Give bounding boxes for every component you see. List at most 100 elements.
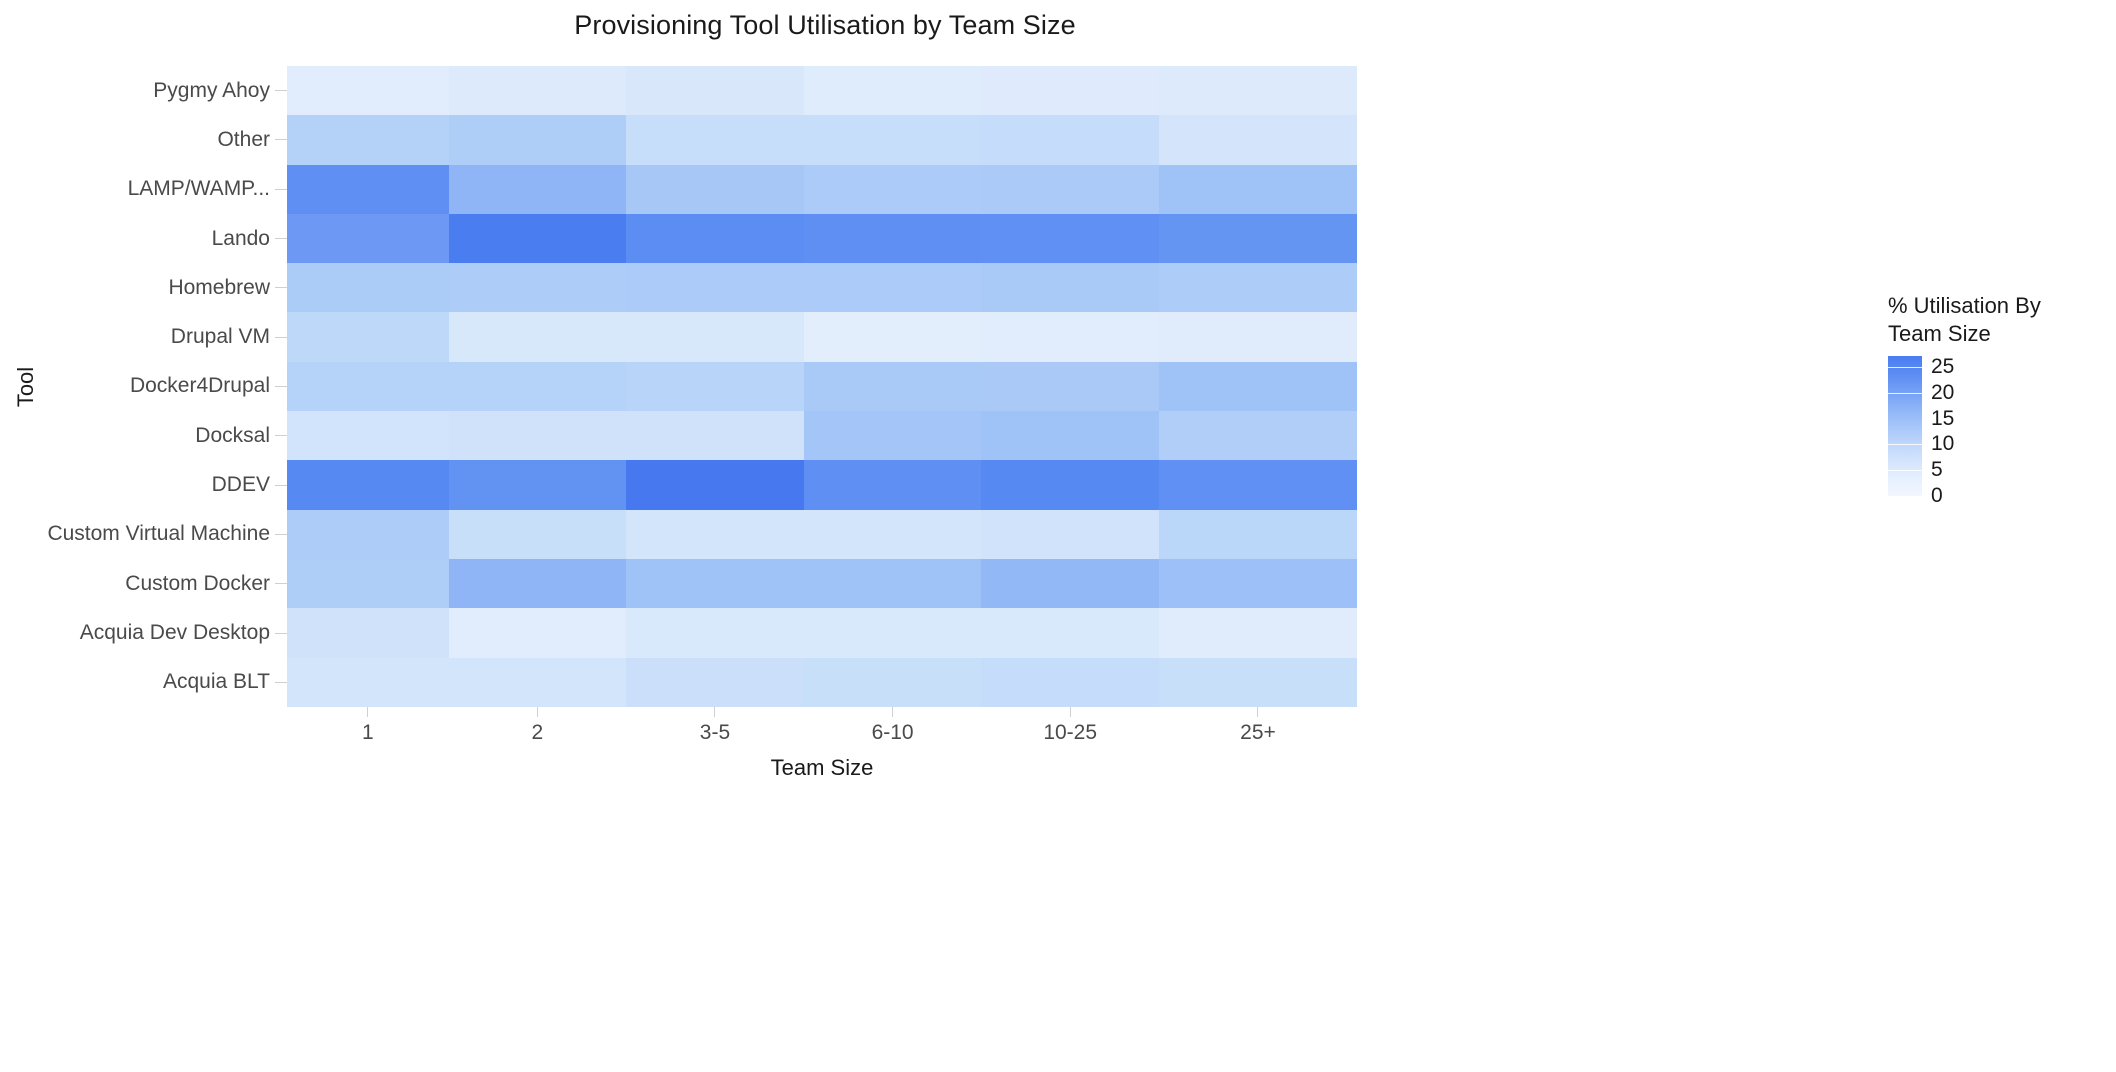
heatmap-cell[interactable]: [981, 608, 1159, 658]
heatmap-cell[interactable]: [626, 558, 804, 609]
heatmap-cell[interactable]: [1159, 263, 1357, 313]
heatmap-cell[interactable]: [626, 460, 804, 510]
heatmap-cell[interactable]: [626, 608, 804, 658]
heatmap-cell[interactable]: [981, 361, 1159, 412]
heatmap-cell[interactable]: [287, 361, 449, 412]
legend-tick-label: 0: [1931, 484, 1943, 508]
heatmap-row: [287, 558, 1357, 609]
heatmap-cell[interactable]: [287, 263, 449, 313]
heatmap-cell[interactable]: [1159, 361, 1357, 412]
heatmap-cell[interactable]: [1159, 509, 1357, 559]
heatmap-cell[interactable]: [287, 164, 449, 214]
heatmap-cell[interactable]: [981, 213, 1159, 264]
heatmap-cell[interactable]: [287, 213, 449, 264]
heatmap-cell[interactable]: [803, 608, 982, 658]
heatmap-cell[interactable]: [803, 312, 982, 362]
heatmap-cell[interactable]: [1159, 460, 1357, 510]
heatmap-cell[interactable]: [626, 263, 804, 313]
heatmap-cell[interactable]: [803, 361, 982, 412]
heatmap-cell[interactable]: [448, 460, 627, 510]
heatmap-cell[interactable]: [1159, 213, 1357, 264]
heatmap-cell[interactable]: [803, 115, 982, 165]
heatmap-cell[interactable]: [448, 509, 627, 559]
heatmap-cell[interactable]: [448, 411, 627, 461]
heatmap-cell[interactable]: [287, 115, 449, 165]
heatmap-cell[interactable]: [448, 361, 627, 412]
y-axis-tick: Drupal VM: [171, 313, 287, 362]
heatmap-cell[interactable]: [1159, 657, 1357, 707]
heatmap-cell[interactable]: [1159, 66, 1357, 116]
heatmap-row: [287, 164, 1357, 214]
heatmap-cell[interactable]: [448, 657, 627, 707]
heatmap-cell[interactable]: [287, 411, 449, 461]
heatmap-cell[interactable]: [1159, 164, 1357, 214]
y-axis-tick-label: Other: [217, 127, 270, 151]
heatmap-cell[interactable]: [626, 312, 804, 362]
y-axis-tick-label: Docksal: [195, 423, 270, 447]
heatmap-cell[interactable]: [981, 411, 1159, 461]
y-axis-tick-label: LAMP/WAMP...: [127, 177, 270, 201]
heatmap-cell[interactable]: [803, 263, 982, 313]
heatmap-cell[interactable]: [1159, 312, 1357, 362]
heatmap-cell[interactable]: [626, 657, 804, 707]
heatmap-cell[interactable]: [448, 66, 627, 116]
legend-colorbar: [1888, 356, 1922, 497]
heatmap-cell[interactable]: [803, 164, 982, 214]
heatmap-cell[interactable]: [287, 558, 449, 609]
heatmap-cell[interactable]: [1159, 411, 1357, 461]
heatmap-cell[interactable]: [803, 509, 982, 559]
heatmap-cell[interactable]: [981, 115, 1159, 165]
heatmap-cell[interactable]: [803, 460, 982, 510]
heatmap-cell[interactable]: [287, 608, 449, 658]
x-axis-tick-mark: [536, 707, 538, 717]
heatmap-cell[interactable]: [803, 66, 982, 116]
heatmap-cell[interactable]: [626, 115, 804, 165]
heatmap-cell[interactable]: [803, 657, 982, 707]
legend-tick-label: 10: [1931, 432, 1955, 456]
x-axis-tick-mark: [714, 707, 716, 717]
heatmap-cell[interactable]: [981, 263, 1159, 313]
heatmap-cell[interactable]: [626, 509, 804, 559]
chart-title: Provisioning Tool Utilisation by Team Si…: [574, 10, 1076, 40]
heatmap-cell[interactable]: [287, 657, 449, 707]
heatmap-cell[interactable]: [287, 66, 449, 116]
heatmap-cell[interactable]: [981, 460, 1159, 510]
heatmap-cell[interactable]: [1159, 115, 1357, 165]
heatmap-cell[interactable]: [626, 411, 804, 461]
heatmap-cell[interactable]: [626, 361, 804, 412]
y-axis-tick: Docksal: [195, 411, 287, 460]
heatmap-cell[interactable]: [448, 263, 627, 313]
heatmap-cell[interactable]: [981, 66, 1159, 116]
heatmap-cell[interactable]: [803, 213, 982, 264]
heatmap-cell[interactable]: [287, 460, 449, 510]
heatmap-cell[interactable]: [626, 213, 804, 264]
heatmap-cell[interactable]: [981, 164, 1159, 214]
y-axis-tick: Custom Virtual Machine: [47, 510, 287, 559]
y-axis-tick-label: Docker4Drupal: [129, 374, 270, 398]
heatmap-cell[interactable]: [1159, 608, 1357, 658]
heatmap-cell[interactable]: [803, 411, 982, 461]
heatmap-cell[interactable]: [448, 312, 627, 362]
heatmap-cell[interactable]: [626, 66, 804, 116]
heatmap-cell[interactable]: [448, 608, 627, 658]
heatmap-row: [287, 411, 1357, 461]
heatmap-cell[interactable]: [448, 164, 627, 214]
heatmap-cell[interactable]: [1159, 558, 1357, 609]
y-axis-tick-mark: [275, 287, 287, 289]
heatmap-cell[interactable]: [981, 657, 1159, 707]
legend-body: 25 20 15 10 5 0: [1888, 355, 2098, 507]
y-axis-tick: Acquia Dev Desktop: [80, 608, 287, 657]
heatmap-row: [287, 608, 1357, 658]
heatmap-cell[interactable]: [448, 115, 627, 165]
legend-tick-label: 5: [1931, 458, 1943, 482]
heatmap-cell[interactable]: [287, 509, 449, 559]
heatmap-cell[interactable]: [448, 213, 627, 264]
heatmap-cell[interactable]: [981, 558, 1159, 609]
heatmap-cell[interactable]: [981, 312, 1159, 362]
heatmap-cell[interactable]: [448, 558, 627, 609]
heatmap-cell[interactable]: [803, 558, 982, 609]
y-axis-tick: Docker4Drupal: [130, 362, 287, 411]
heatmap-cell[interactable]: [626, 164, 804, 214]
heatmap-cell[interactable]: [287, 312, 449, 362]
heatmap-cell[interactable]: [981, 509, 1159, 559]
